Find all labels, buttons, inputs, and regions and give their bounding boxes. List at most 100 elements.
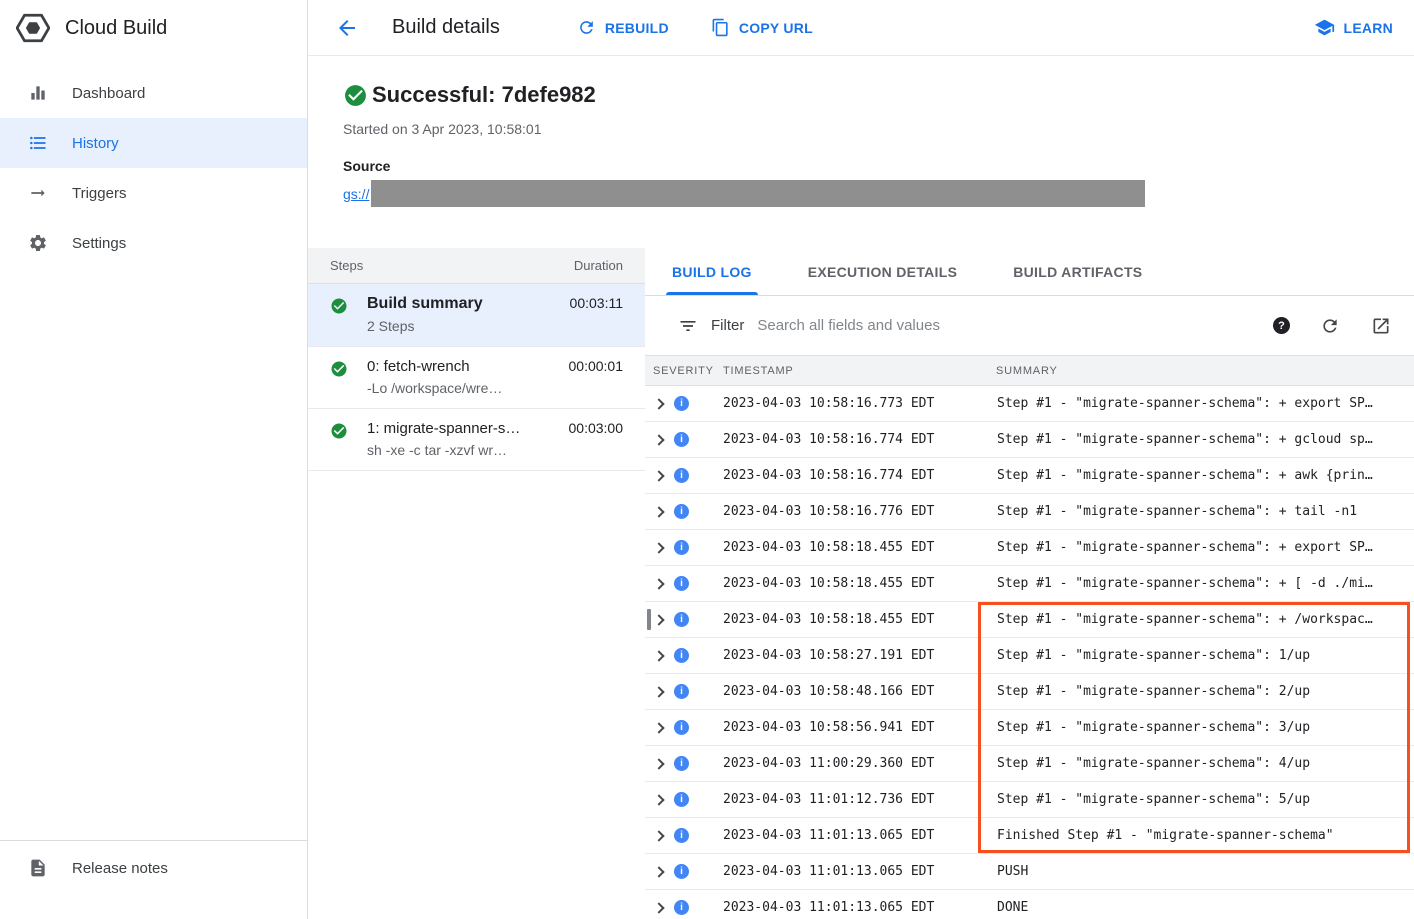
log-row[interactable]: i 2023-04-03 11:01:13.065 EDT Finished S…: [645, 818, 1414, 854]
log-timestamp: 2023-04-03 10:58:18.455 EDT: [713, 576, 988, 591]
log-row[interactable]: i 2023-04-03 10:58:16.774 EDT Step #1 - …: [645, 458, 1414, 494]
chevron-right-icon[interactable]: [653, 434, 664, 445]
build-details-content: Successful: 7defe982 Started on 3 Apr 20…: [308, 56, 1414, 919]
topbar: Build details REBUILD COPY URL LEARN: [308, 0, 1414, 56]
cloud-build-console: Cloud Build Dashboard History Triggers: [0, 0, 1414, 919]
log-summary: Step #1 - "migrate-spanner-schema": + /w…: [988, 612, 1414, 627]
chevron-right-icon[interactable]: [653, 398, 664, 409]
log-row[interactable]: i 2023-04-03 10:58:16.774 EDT Step #1 - …: [645, 422, 1414, 458]
page-title: Build details: [392, 16, 500, 39]
log-row[interactable]: i 2023-04-03 10:58:48.166 EDT Step #1 - …: [645, 674, 1414, 710]
refresh-logs-button[interactable]: [1319, 315, 1341, 337]
severity-cell: i: [645, 576, 713, 591]
step-main: 1: migrate-spanner-s… 00:03:00 sh -xe -c…: [367, 420, 623, 458]
back-button[interactable]: [335, 16, 359, 40]
step-subtitle: sh -xe -c tar -xzvf wr…: [367, 442, 623, 458]
app-title: Cloud Build: [65, 17, 167, 40]
log-summary: Step #1 - "migrate-spanner-schema": + gc…: [988, 432, 1414, 447]
open-in-new-button[interactable]: [1370, 315, 1392, 337]
log-summary: Finished Step #1 - "migrate-spanner-sche…: [988, 828, 1414, 843]
sidebar-item-settings[interactable]: Settings: [0, 218, 307, 268]
text-cursor-marker: [647, 609, 651, 630]
info-severity-icon: i: [674, 900, 689, 915]
tab-execution-details[interactable]: EXECUTION DETAILS: [802, 248, 964, 295]
sidebar-item-triggers[interactable]: Triggers: [0, 168, 307, 218]
step-row-0-fetch-wrench[interactable]: 0: fetch-wrench 00:00:01 -Lo /workspace/…: [308, 347, 645, 409]
step-row-1-migrate-spanner-schema[interactable]: 1: migrate-spanner-s… 00:03:00 sh -xe -c…: [308, 409, 645, 471]
log-timestamp: 2023-04-03 11:01:13.065 EDT: [713, 900, 988, 915]
chevron-right-icon[interactable]: [653, 614, 664, 625]
chevron-right-icon[interactable]: [653, 866, 664, 877]
log-row[interactable]: i 2023-04-03 10:58:18.455 EDT Step #1 - …: [645, 530, 1414, 566]
info-severity-icon: i: [674, 720, 689, 735]
log-row[interactable]: i 2023-04-03 10:58:16.773 EDT Step #1 - …: [645, 386, 1414, 422]
log-row[interactable]: i 2023-04-03 10:58:56.941 EDT Step #1 - …: [645, 710, 1414, 746]
log-row[interactable]: i 2023-04-03 11:00:29.360 EDT Step #1 - …: [645, 746, 1414, 782]
step-title: 0: fetch-wrench: [367, 358, 470, 375]
chevron-right-icon[interactable]: [653, 686, 664, 697]
source-link[interactable]: gs://: [343, 186, 369, 202]
info-severity-icon: i: [674, 396, 689, 411]
log-row[interactable]: i 2023-04-03 10:58:16.776 EDT Step #1 - …: [645, 494, 1414, 530]
sidebar-item-release-notes[interactable]: Release notes: [0, 843, 307, 893]
chevron-right-icon[interactable]: [653, 722, 664, 733]
success-check-icon: [343, 83, 368, 108]
build-status-title: Successful: 7defe982: [372, 82, 596, 108]
log-timestamp: 2023-04-03 10:58:16.776 EDT: [713, 504, 988, 519]
log-row[interactable]: i 2023-04-03 11:01:13.065 EDT PUSH: [645, 854, 1414, 890]
tab-label: BUILD ARTIFACTS: [1013, 264, 1142, 280]
log-timestamp: 2023-04-03 10:58:18.455 EDT: [713, 612, 988, 627]
log-row[interactable]: i 2023-04-03 10:58:27.191 EDT Step #1 - …: [645, 638, 1414, 674]
sidebar-item-dashboard[interactable]: Dashboard: [0, 68, 307, 118]
source-row: gs://: [343, 180, 1414, 207]
check-circle-icon: [330, 420, 348, 458]
copy-url-button[interactable]: COPY URL: [711, 18, 813, 37]
learn-button[interactable]: LEARN: [1314, 17, 1393, 38]
chevron-right-icon[interactable]: [653, 578, 664, 589]
step-row-build-summary[interactable]: Build summary 00:03:11 2 Steps: [308, 284, 645, 347]
learn-label: LEARN: [1344, 20, 1393, 36]
dashboard-icon: [28, 83, 48, 103]
chevron-right-icon[interactable]: [653, 758, 664, 769]
filter-icon: [678, 316, 698, 336]
log-summary: Step #1 - "migrate-spanner-schema": 4/up: [988, 756, 1414, 771]
chevron-right-icon[interactable]: [653, 650, 664, 661]
chevron-right-icon[interactable]: [653, 506, 664, 517]
chevron-right-icon[interactable]: [653, 794, 664, 805]
rebuild-button[interactable]: REBUILD: [577, 18, 669, 37]
log-timestamp: 2023-04-03 10:58:16.774 EDT: [713, 468, 988, 483]
severity-cell: i: [645, 432, 713, 447]
log-timestamp: 2023-04-03 10:58:27.191 EDT: [713, 648, 988, 663]
build-start-time: Started on 3 Apr 2023, 10:58:01: [343, 121, 1414, 137]
chevron-right-icon[interactable]: [653, 902, 664, 913]
help-icon[interactable]: ?: [1273, 317, 1290, 334]
sidebar-item-history[interactable]: History: [0, 118, 307, 168]
severity-cell: i: [645, 396, 713, 411]
info-severity-icon: i: [674, 792, 689, 807]
chevron-right-icon[interactable]: [653, 542, 664, 553]
log-summary: PUSH: [988, 864, 1414, 879]
chevron-right-icon[interactable]: [653, 830, 664, 841]
redacted-source-path: [371, 180, 1145, 207]
step-subtitle: -Lo /workspace/wre…: [367, 380, 623, 396]
steps-panel: Steps Duration Build summary 00:03:11: [308, 248, 645, 919]
log-summary: Step #1 - "migrate-spanner-schema": + aw…: [988, 468, 1414, 483]
log-row[interactable]: i 2023-04-03 10:58:18.455 EDT Step #1 - …: [645, 566, 1414, 602]
severity-cell: i: [645, 504, 713, 519]
log-timestamp: 2023-04-03 10:58:16.774 EDT: [713, 432, 988, 447]
log-timestamp: 2023-04-03 10:58:18.455 EDT: [713, 540, 988, 555]
tab-build-log[interactable]: BUILD LOG: [666, 248, 758, 295]
nav-label: Triggers: [72, 185, 126, 202]
log-filter-input[interactable]: [757, 317, 1255, 334]
column-summary: SUMMARY: [988, 365, 1414, 377]
log-row[interactable]: i 2023-04-03 11:01:13.065 EDT DONE: [645, 890, 1414, 919]
log-row[interactable]: i 2023-04-03 11:01:12.736 EDT Step #1 - …: [645, 782, 1414, 818]
info-severity-icon: i: [674, 684, 689, 699]
build-header: Successful: 7defe982 Started on 3 Apr 20…: [308, 56, 1414, 248]
log-row[interactable]: i 2023-04-03 10:58:18.455 EDT Step #1 - …: [645, 602, 1414, 638]
chevron-right-icon[interactable]: [653, 470, 664, 481]
tab-build-artifacts[interactable]: BUILD ARTIFACTS: [1007, 248, 1148, 295]
log-summary: Step #1 - "migrate-spanner-schema": + ex…: [988, 396, 1414, 411]
severity-cell: i: [645, 648, 713, 663]
column-severity: SEVERITY: [645, 365, 713, 377]
